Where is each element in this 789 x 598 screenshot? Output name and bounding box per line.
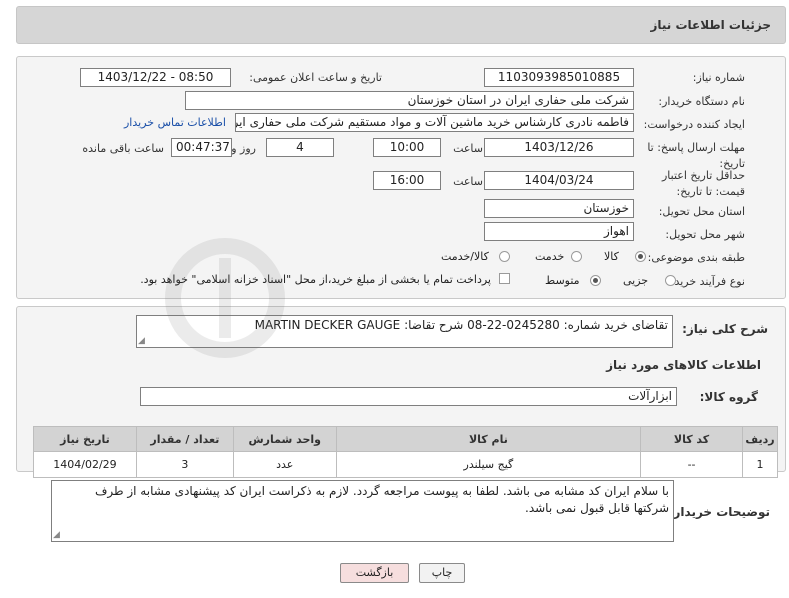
city-label: شهر محل تحویل: (665, 228, 745, 241)
buyer-contact-link[interactable]: اطلاعات تماس خریدار (124, 116, 226, 129)
col-item-code: کد کالا (640, 426, 743, 452)
city-field[interactable]: اهواز (484, 222, 634, 241)
print-button[interactable]: چاپ (419, 563, 465, 583)
category-goods-label: کالا (604, 250, 619, 263)
buyer-org-field[interactable]: شرکت ملی حفاری ایران در استان خوزستان (185, 91, 634, 110)
need-number-label: شماره نیاز: (692, 71, 745, 84)
announce-date-field[interactable]: 1403/12/22 - 08:50 (80, 68, 231, 87)
need-number-field[interactable]: 1103093985010885 (484, 68, 634, 87)
category-goods-service-radio[interactable] (499, 251, 510, 262)
process-medium-label: متوسط (545, 274, 580, 287)
col-unit: واحد شمارش (232, 426, 337, 452)
price-time-field[interactable]: 16:00 (373, 171, 441, 190)
notes-resize-icon: ◢ (53, 530, 60, 540)
cell-item-name: گیج سیلندر (335, 451, 642, 478)
remaining-time-field[interactable]: 00:47:37 (171, 138, 232, 157)
page-header: جزئیات اطلاعات نیاز (16, 6, 786, 44)
cell-quantity: 3 (135, 451, 234, 478)
category-goods-radio[interactable] (635, 251, 646, 262)
col-item-name: نام کالا (335, 426, 642, 452)
days-label: روز و (231, 142, 256, 155)
back-button[interactable]: بازگشت (340, 563, 409, 583)
buyer-notes-label: توضیحات خریدار: (668, 505, 770, 519)
cell-row-number: 1 (741, 451, 779, 478)
col-row-number: ردیف (741, 426, 779, 452)
goods-group-field[interactable]: ابزارآلات (140, 387, 677, 406)
requester-label: ایجاد کننده درخواست: (643, 118, 745, 131)
goods-table: تاریخ نیاز تعداد / مقدار واحد شمارش نام … (33, 426, 779, 478)
days-remaining-field[interactable]: 4 (266, 138, 334, 157)
page: جزئیات اطلاعات نیاز شماره نیاز: 11030939… (0, 0, 789, 598)
treasury-payment-text: پرداخت تمام یا بخشی از مبلغ خرید،از محل … (140, 273, 491, 286)
reply-time-label: ساعت (453, 142, 483, 155)
province-label: استان محل تحویل: (658, 205, 745, 218)
cell-need-date: 1404/02/29 (33, 451, 137, 478)
cell-unit: عدد (232, 451, 337, 478)
cell-item-code: -- (640, 451, 743, 478)
buyer-org-label: نام دستگاه خریدار: (658, 95, 745, 108)
goods-table-header-row: تاریخ نیاز تعداد / مقدار واحد شمارش نام … (33, 426, 779, 452)
category-label: طبقه بندی موضوعی: (647, 251, 745, 264)
summary-label: شرح کلی نیاز: (682, 322, 768, 336)
price-time-label: ساعت (453, 175, 483, 188)
table-row[interactable]: 1404/02/29 3 عدد گیج سیلندر -- 1 (33, 451, 779, 478)
goods-section-title: اطلاعات کالاهای مورد نیاز (606, 358, 761, 372)
summary-textarea[interactable]: تقاضای خرید شماره: 0245280-22-08 شرح تقا… (136, 315, 673, 348)
remaining-time-label: ساعت باقی مانده (82, 142, 164, 155)
process-label: نوع فرآیند خرید : (667, 275, 745, 288)
reply-time-field[interactable]: 10:00 (373, 138, 441, 157)
category-service-label: خدمت (535, 250, 565, 263)
price-date-field[interactable]: 1404/03/24 (484, 171, 634, 190)
process-minor-label: جزیی (623, 274, 649, 287)
price-validity-label: حداقل تاریخ اعتبار قیمت: تا تاریخ: (661, 169, 745, 198)
buyer-notes-textarea[interactable]: با سلام ایران کد مشابه می باشد. لطفا به … (51, 480, 674, 542)
process-minor-radio[interactable] (665, 275, 676, 286)
process-medium-radio[interactable] (590, 275, 601, 286)
category-goods-service-label: کالا/خدمت (441, 250, 489, 263)
col-need-date: تاریخ نیاز (33, 426, 137, 452)
requester-field[interactable]: فاطمه نادری کارشناس خرید ماشین آلات و مو… (235, 113, 634, 132)
announce-date-label: تاریخ و ساعت اعلان عمومی: (249, 71, 382, 84)
province-field[interactable]: خوزستان (484, 199, 634, 218)
goods-group-label: گروه کالا: (699, 390, 758, 404)
textarea-resize-icon: ◢ (138, 336, 145, 346)
page-title: جزئیات اطلاعات نیاز (650, 18, 771, 32)
treasury-payment-checkbox[interactable] (499, 273, 510, 284)
category-service-radio[interactable] (571, 251, 582, 262)
reply-date-field[interactable]: 1403/12/26 (484, 138, 634, 157)
col-quantity: تعداد / مقدار (135, 426, 234, 452)
